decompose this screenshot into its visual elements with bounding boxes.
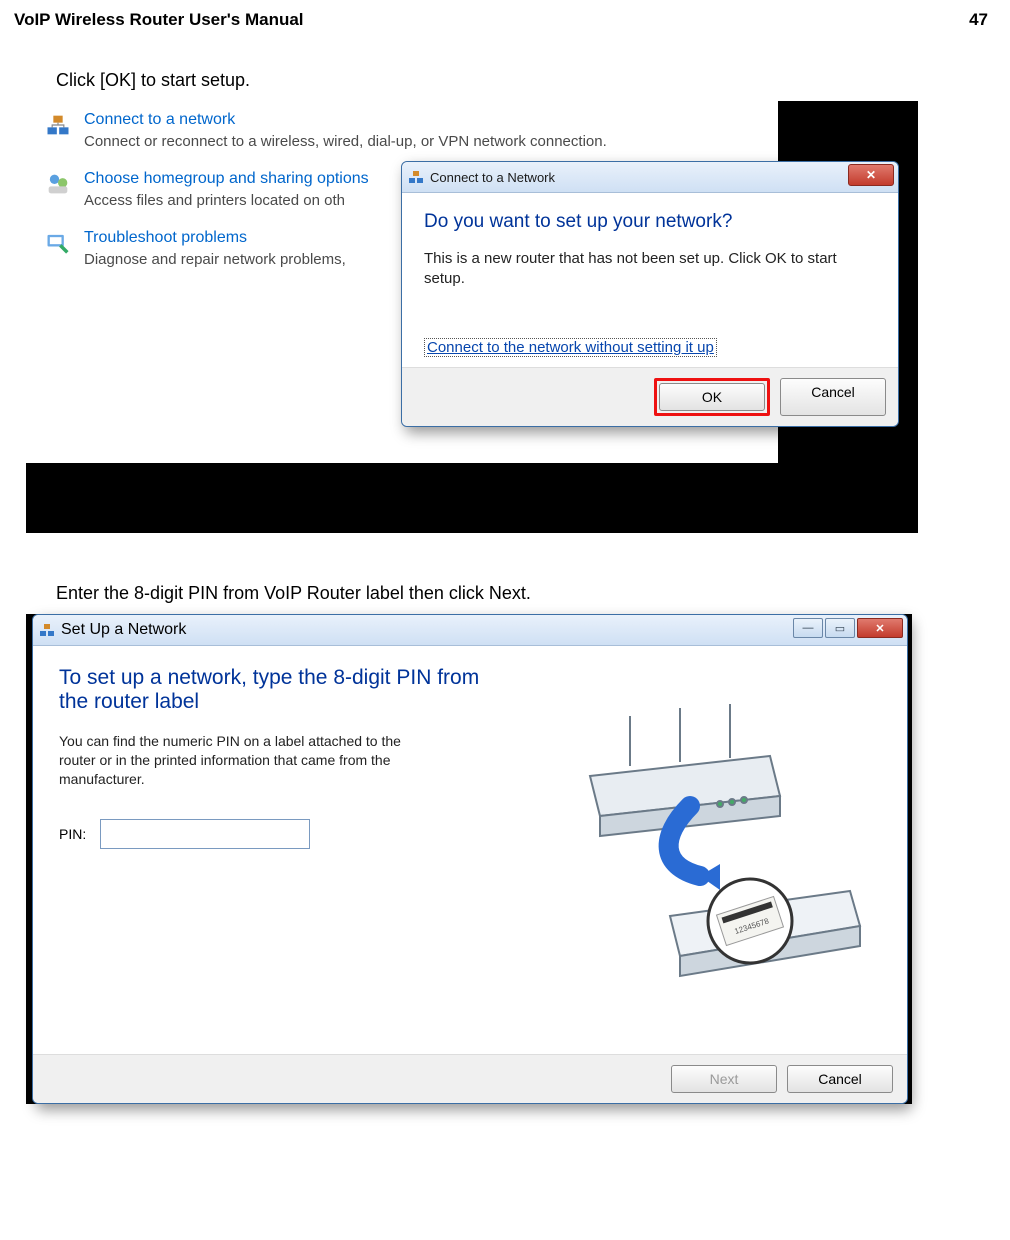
screenshot-2: Set Up a Network — ▭ ✕ To set up a netwo… — [26, 614, 912, 1104]
dialog-title: Connect to a Network — [430, 170, 555, 185]
instruction-2: Enter the 8-digit PIN from VoIP Router l… — [56, 583, 988, 604]
dialog-para: You can find the numeric PIN on a label … — [59, 732, 439, 789]
entry-desc: Access files and printers located on oth — [84, 192, 369, 209]
connect-dialog: Connect to a Network ✕ Do you want to se… — [401, 161, 899, 427]
dialog-heading: To set up a network, type the 8-digit PI… — [59, 666, 499, 714]
close-icon[interactable]: ✕ — [857, 618, 903, 638]
screenshot-1: Connect to a network Connect or reconnec… — [26, 101, 918, 533]
close-icon[interactable]: ✕ — [848, 164, 894, 186]
dialog-icon — [39, 622, 55, 638]
minimize-icon[interactable]: — — [793, 618, 823, 638]
cancel-button[interactable]: Cancel — [787, 1065, 893, 1093]
pin-input[interactable] — [100, 819, 310, 849]
dialog-title: Set Up a Network — [61, 621, 186, 639]
page-number: 47 — [969, 10, 988, 30]
instruction-1: Click [OK] to start setup. — [56, 70, 988, 91]
dialog-titlebar[interactable]: Set Up a Network — ▭ ✕ — [33, 615, 907, 646]
dialog-icon — [408, 169, 424, 185]
pin-label: PIN: — [59, 826, 86, 842]
entry-title: Connect to a network — [84, 111, 607, 129]
entry-title: Troubleshoot problems — [84, 229, 346, 247]
next-button[interactable]: Next — [671, 1065, 777, 1093]
ok-button[interactable]: OK — [659, 383, 765, 411]
entry-title: Choose homegroup and sharing options — [84, 170, 369, 188]
router-illustration: 12345678 — [519, 666, 881, 1046]
setup-dialog: Set Up a Network — ▭ ✕ To set up a netwo… — [32, 614, 908, 1104]
dialog-question: Do you want to set up your network? — [424, 211, 876, 233]
ok-highlight: OK — [654, 378, 770, 416]
troubleshoot-icon — [44, 229, 72, 257]
doc-title: VoIP Wireless Router User's Manual — [14, 10, 304, 30]
cancel-button[interactable]: Cancel — [780, 378, 886, 416]
entry-connect[interactable]: Connect to a network Connect or reconnec… — [26, 101, 778, 160]
dialog-body-text: This is a new router that has not been s… — [424, 249, 876, 290]
maximize-icon[interactable]: ▭ — [825, 618, 855, 638]
dialog-titlebar[interactable]: Connect to a Network ✕ — [402, 162, 898, 193]
homegroup-icon — [44, 170, 72, 198]
connect-without-setup-link[interactable]: Connect to the network without setting i… — [424, 338, 717, 357]
entry-desc: Connect or reconnect to a wireless, wire… — [84, 133, 607, 150]
entry-desc: Diagnose and repair network problems, — [84, 251, 346, 268]
network-icon — [44, 111, 72, 139]
